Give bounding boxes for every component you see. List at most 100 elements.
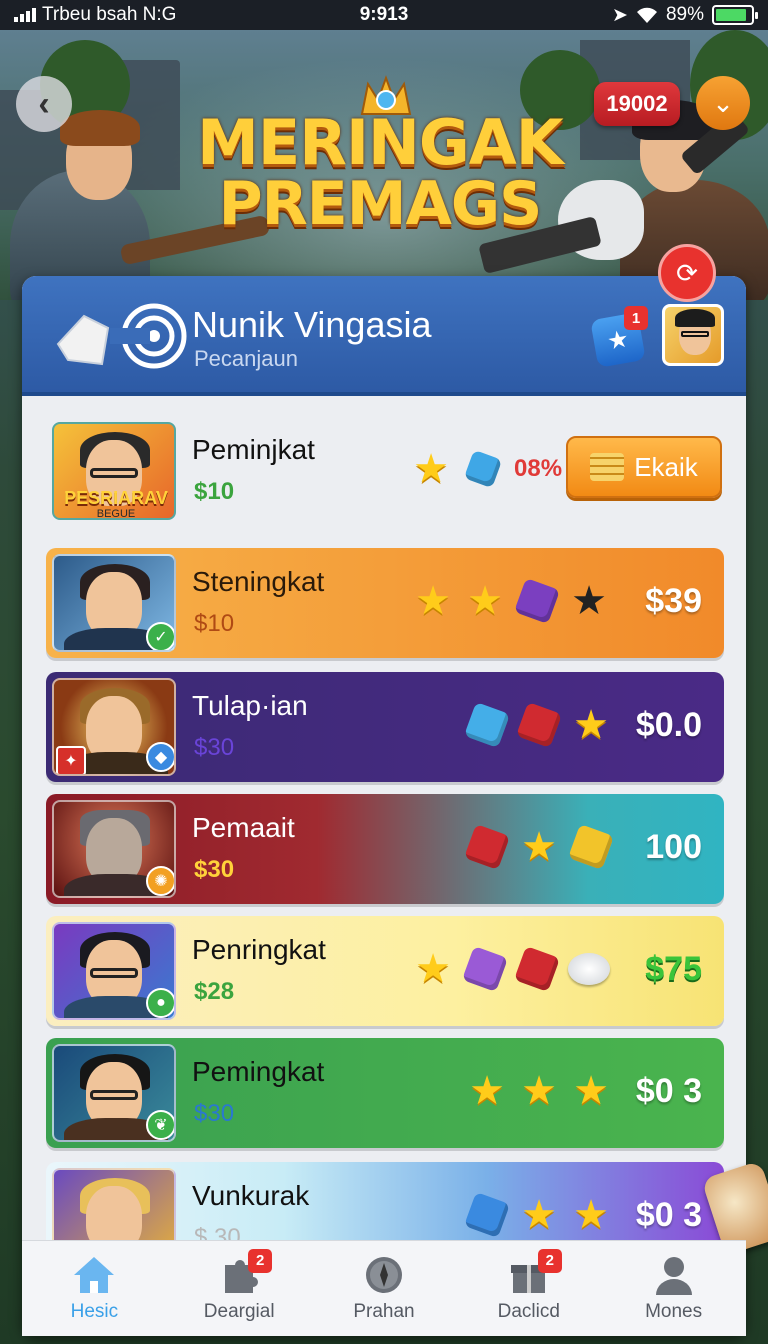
item-price: $30 [194, 856, 235, 883]
list-item[interactable]: ✦ ◆ Tulap·ian $30 ★ $0.0 [46, 672, 724, 782]
item-value: $0 3 [635, 1072, 702, 1110]
item-name: Steningkat [192, 566, 325, 597]
wifi-icon [636, 7, 657, 23]
item-price: $10 [194, 478, 235, 505]
leaf-badge-icon: ✓ [146, 622, 174, 650]
item-name: Pemingkat [192, 1056, 325, 1087]
thumbnail-subcaption: BEGUE [96, 508, 136, 520]
item-value: $0.0 [635, 706, 702, 744]
shield-badge-icon: ◆ [146, 742, 174, 772]
cube-icon [463, 449, 503, 489]
cube-icon [567, 823, 615, 871]
list-item[interactable]: ● Penringkat $28 ★ $75 [46, 916, 724, 1026]
dice-icon [515, 701, 563, 749]
item-rewards: ★ [463, 823, 615, 871]
item-rewards: ★ 08% [410, 448, 562, 490]
dice-icon [513, 945, 561, 993]
leaf-badge-icon: ● [146, 988, 174, 1018]
claim-button[interactable]: Ekaik [566, 436, 722, 498]
profile-name: Nunik Vingasia [192, 304, 432, 345]
thumbnail-caption: PESRIARAV [64, 488, 168, 508]
star-icon: ★ [413, 447, 449, 491]
nav-item-puzzle[interactable]: 2 Deargial [174, 1248, 304, 1323]
item-value: $75 [645, 950, 702, 988]
item-rewards: ★ ★ ★ [466, 1070, 612, 1112]
claim-button-label: Ekaik [634, 451, 698, 482]
cube-icon [461, 945, 509, 993]
item-value: $0 3 [635, 1196, 702, 1234]
nav-item-home[interactable]: Hesic [29, 1255, 159, 1323]
item-thumbnail: ✺ [52, 800, 176, 898]
bottom-navigation: Hesic 2 Deargial Prahan 2 Daclicd Mones [22, 1240, 746, 1336]
list-item[interactable]: PESRIARAV BEGUE Peminjkat $10 ★ 08% Ekai… [46, 416, 724, 526]
item-value: $39 [645, 582, 702, 620]
nav-label: Hesic [70, 1300, 119, 1322]
leaf-badge-icon: ❦ [146, 1110, 174, 1140]
game-title-line2: PREMAGS [218, 169, 543, 239]
star-icon: ★ [521, 1069, 557, 1113]
item-thumbnail: ✦ ◆ [52, 678, 176, 776]
item-percent: 08% [514, 455, 563, 482]
star-icon: ★ [573, 1069, 609, 1113]
item-rewards: ★ [463, 701, 612, 749]
star-icon: ★ [521, 825, 557, 869]
carrier-info: Trbeu bsah N:G [14, 4, 176, 26]
notification-badge: 2 [537, 1248, 562, 1273]
item-name: Tulap·ian [192, 690, 308, 721]
menu-dropdown-button[interactable]: ⌄ [696, 76, 750, 130]
item-thumbnail: ● [52, 922, 176, 1020]
profile-icon [652, 1255, 696, 1295]
list-item[interactable]: ✓ Steningkat $10 ★ ★ ★ $39 [46, 548, 724, 658]
notification-badge: 1 [624, 306, 648, 330]
item-price: $28 [194, 978, 235, 1005]
nav-item-profile[interactable]: Mones [609, 1255, 739, 1323]
gem-icon [513, 577, 561, 625]
avatar[interactable] [662, 304, 724, 366]
battery-icon [712, 5, 758, 25]
chevron-left-icon: ‹ [38, 84, 50, 123]
profile-subtitle: Pecanjaun [194, 346, 298, 371]
item-thumbnail: PESRIARAV BEGUE [52, 422, 176, 520]
nav-label: Deargial [203, 1300, 275, 1322]
star-icon: ★ [521, 1193, 557, 1237]
battery-percent: 89% [665, 4, 704, 25]
list-item[interactable]: ❦ Pemingkat $30 ★ ★ ★ $0 3 [46, 1038, 724, 1148]
item-price: $10 [194, 610, 235, 637]
refresh-button[interactable]: ⟳ [658, 244, 716, 302]
cube-icon [463, 701, 511, 749]
item-name: Peminjkat [192, 434, 315, 465]
nav-label: Daclicd [497, 1300, 560, 1322]
item-name: Vunkurak [192, 1180, 310, 1211]
nav-item-gift[interactable]: 2 Daclicd [464, 1248, 594, 1323]
item-name: Penringkat [192, 934, 326, 965]
disc-icon [568, 953, 610, 985]
star-icon: ★ [469, 1069, 505, 1113]
star-icon: ★ [573, 1193, 609, 1237]
dice-icon [463, 823, 511, 871]
star-icon: ★ [573, 703, 609, 747]
club-logo-icon [56, 303, 187, 369]
cube-icon [463, 1191, 511, 1239]
fire-badge-icon: ✦ [56, 746, 86, 774]
nav-label: Prahan [353, 1300, 415, 1322]
star-icon: ★ [415, 579, 451, 623]
dark-star-icon: ★ [571, 579, 607, 623]
home-icon [72, 1255, 116, 1295]
item-value: 100 [645, 828, 702, 866]
star-icon: ★ [467, 579, 503, 623]
nav-item-compass[interactable]: Prahan [319, 1255, 449, 1323]
coin-counter[interactable]: 19002 [594, 82, 680, 126]
location-arrow-icon: ➤ [612, 4, 628, 26]
game-title-line1: MERINGAK [197, 106, 564, 179]
signal-icon [14, 8, 36, 22]
item-rewards: ★ ★ [463, 1191, 612, 1239]
back-button[interactable]: ‹ [16, 76, 72, 132]
status-bar: Trbeu bsah N:G 9:913 ➤ 89% [0, 0, 768, 30]
flame-badge-icon: ✺ [146, 866, 174, 896]
profile-header: Nunik Vingasia Pecanjaun ★ 1 [22, 276, 746, 396]
compass-icon [362, 1255, 406, 1295]
coin-stack-icon [590, 453, 625, 481]
list-item[interactable]: ✺ Pemaait $30 ★ 100 [46, 794, 724, 904]
item-name: Pemaait [192, 812, 295, 843]
main-panel: Nunik Vingasia Pecanjaun ★ 1 PESRIARAV B… [22, 276, 746, 1336]
